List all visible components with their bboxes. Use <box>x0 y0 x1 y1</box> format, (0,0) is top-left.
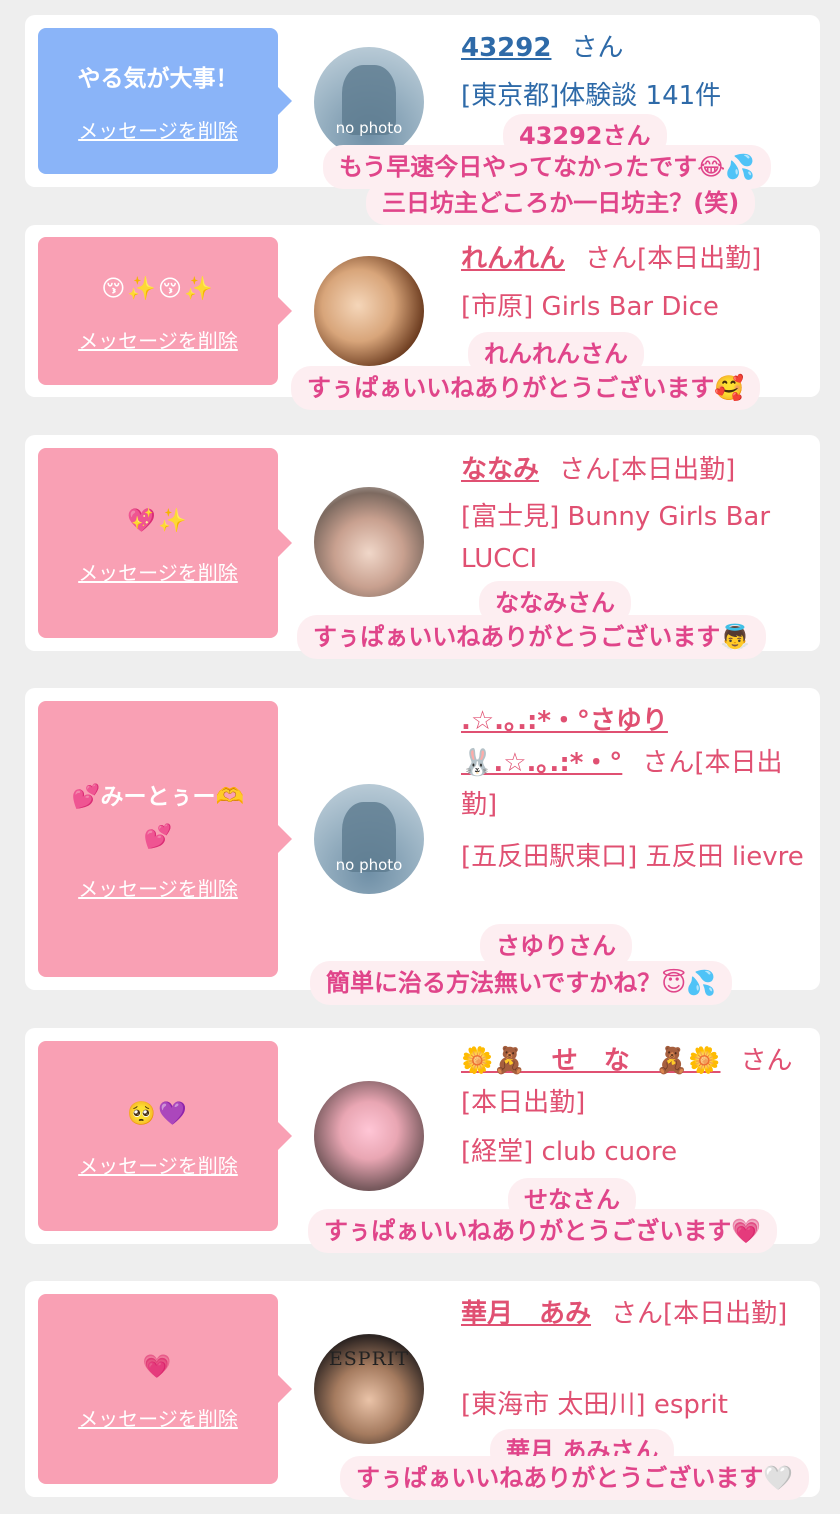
avatar[interactable]: ESPRIT <box>314 1334 424 1444</box>
no-photo-label: no photo <box>335 856 403 874</box>
user-meta: [五反田駅東口] 五反田 lievre <box>461 842 804 872</box>
message-text: 🥺💜 <box>127 1100 189 1127</box>
delete-message-link[interactable]: メッセージを削除 <box>78 1403 238 1432</box>
caption-name: さゆりさん <box>482 926 630 966</box>
caption-line: もう早速今日やってなかったです😂💦 <box>325 147 770 187</box>
user-suffix: さん[本日出勤] <box>611 1299 788 1329</box>
avatar[interactable] <box>314 487 424 597</box>
user-meta: [東京都]体験談 141件 <box>461 81 722 111</box>
user-name-link[interactable]: 43292 <box>461 33 551 63</box>
user-name-link[interactable]: れんれん <box>461 244 565 274</box>
user-meta: [経堂] club cuore <box>461 1137 678 1167</box>
message-bubble: 💕みーとぅー🫶💕 メッセージを削除 <box>38 701 292 977</box>
user-name-link[interactable]: .☆.｡.:*・°さゆり🐰.☆.｡.:*・° <box>461 706 668 778</box>
user-meta: [富士見] Bunny Girls Bar LUCCI <box>461 502 771 574</box>
message-text: やる気が大事！ <box>77 65 239 92</box>
caption-line: 簡単に治る方法無いですかね？😇💦 <box>312 963 731 1003</box>
user-suffix: さん[本日出勤] <box>559 455 736 485</box>
message-text: 😚✨😚✨ <box>101 275 215 302</box>
avatar[interactable] <box>314 256 424 366</box>
message-bubble: 💗 メッセージを削除 <box>38 1294 292 1484</box>
user-name-link[interactable]: 🌼🧸 せ な 🧸🌼 <box>461 1046 721 1076</box>
message-text: 💕みーとぅー🫶💕 <box>71 783 245 850</box>
avatar[interactable]: no photo <box>314 784 424 894</box>
avatar[interactable]: no photo <box>314 47 424 157</box>
esprit-logo: ESPRIT <box>328 1348 410 1370</box>
caption-line: すぅぱぁいいねありがとうございます👼 <box>299 617 765 657</box>
delete-message-link[interactable]: メッセージを削除 <box>78 1150 238 1179</box>
no-photo-label: no photo <box>335 119 403 137</box>
user-suffix: さん <box>571 33 624 63</box>
user-meta: [市原] Girls Bar Dice <box>461 292 719 322</box>
avatar[interactable] <box>314 1081 424 1191</box>
delete-message-link[interactable]: メッセージを削除 <box>78 115 238 144</box>
message-text: 💗 <box>142 1353 174 1380</box>
message-bubble: やる気が大事！ メッセージを削除 <box>38 28 292 174</box>
message-bubble: 😚✨😚✨ メッセージを削除 <box>38 237 292 385</box>
delete-message-link[interactable]: メッセージを削除 <box>78 873 238 902</box>
caption-line: すぅぱぁいいねありがとうございます💗 <box>310 1211 776 1251</box>
message-text: 💖✨ <box>127 507 189 534</box>
user-suffix: さん[本日出勤] <box>585 244 762 274</box>
caption-line: すぅぱぁいいねありがとうございます🤍 <box>342 1458 808 1498</box>
delete-message-link[interactable]: メッセージを削除 <box>78 557 238 586</box>
user-meta: [東海市 太田川] esprit <box>461 1390 728 1420</box>
message-card: 💕みーとぅー🫶💕 メッセージを削除 no photo .☆.｡.:*・°さゆり🐰… <box>25 688 820 990</box>
delete-message-link[interactable]: メッセージを削除 <box>78 325 238 354</box>
message-bubble: 💖✨ メッセージを削除 <box>38 448 292 638</box>
caption-line: 三日坊主どころか一日坊主？(笑) <box>368 183 754 223</box>
user-name-link[interactable]: 華月 あみ <box>461 1299 591 1329</box>
message-bubble: 🥺💜 メッセージを削除 <box>38 1041 292 1231</box>
caption-line: すぅぱぁいいねありがとうございます🥰 <box>293 368 759 408</box>
user-name-link[interactable]: ななみ <box>461 455 539 485</box>
